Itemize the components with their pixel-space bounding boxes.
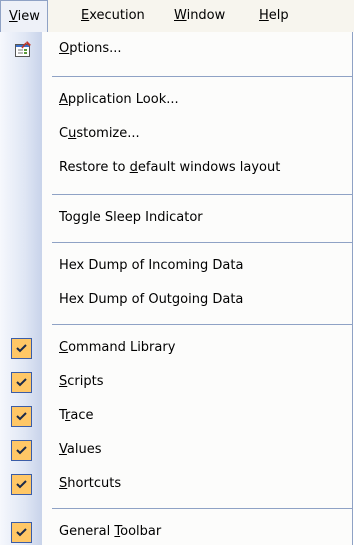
view-menu-dropdown: Options... Application Look... Customize… — [0, 32, 353, 545]
menu-item-general-toolbar[interactable]: General Toolbar — [0, 515, 352, 545]
menu-item-options-label: Options... — [59, 41, 122, 56]
menu-item-shortcuts-label: Shortcuts — [59, 476, 122, 491]
menu-item-hex-outgoing[interactable]: Hex Dump of Outgoing Data — [0, 283, 352, 317]
menu-item-scripts[interactable]: Scripts — [0, 365, 352, 399]
checkmark-icon — [11, 440, 32, 461]
menu-item-restore-layout-label: Restore to default windows layout — [59, 160, 281, 175]
menu-item-trace[interactable]: Trace — [0, 399, 352, 433]
menu-bar: View Execution Window Help — [0, 0, 354, 32]
checkmark-icon — [11, 406, 32, 427]
menu-item-scripts-label: Scripts — [59, 374, 104, 389]
menu-help-label: Help — [259, 8, 289, 23]
menu-separator — [52, 242, 352, 243]
menu-execution-label: Execution — [81, 8, 145, 23]
menu-item-hex-outgoing-label: Hex Dump of Outgoing Data — [59, 292, 244, 307]
menu-item-customize[interactable]: Customize... — [0, 117, 352, 151]
menu-separator — [52, 324, 352, 325]
menu-separator — [52, 508, 352, 509]
menu-separator — [52, 194, 352, 195]
checkmark-icon — [11, 372, 32, 393]
menu-view[interactable]: View — [0, 0, 48, 32]
menu-item-restore-layout[interactable]: Restore to default windows layout — [0, 151, 352, 185]
menu-execution[interactable]: Execution — [73, 0, 153, 32]
menu-item-hex-incoming-label: Hex Dump of Incoming Data — [59, 258, 244, 273]
menu-item-application-look-label: Application Look... — [59, 92, 179, 107]
menu-item-hex-incoming[interactable]: Hex Dump of Incoming Data — [0, 249, 352, 283]
options-icon — [14, 41, 32, 58]
menu-item-toggle-sleep[interactable]: Toggle Sleep Indicator — [0, 201, 352, 235]
menu-item-values-label: Values — [59, 442, 102, 457]
menu-item-application-look[interactable]: Application Look... — [0, 83, 352, 117]
menu-window-label: Window — [174, 8, 226, 23]
menu-window[interactable]: Window — [166, 0, 233, 32]
checkmark-icon — [11, 522, 32, 543]
checkmark-icon — [11, 474, 32, 495]
menu-item-toggle-sleep-label: Toggle Sleep Indicator — [59, 210, 203, 225]
menu-item-trace-label: Trace — [59, 408, 94, 423]
menu-help[interactable]: Help — [251, 0, 297, 32]
menu-view-label: View — [9, 9, 40, 24]
menu-item-command-library-label: Command Library — [59, 340, 176, 355]
menu-item-shortcuts[interactable]: Shortcuts — [0, 467, 352, 501]
menu-item-customize-label: Customize... — [59, 126, 140, 141]
menu-item-general-toolbar-label: General Toolbar — [59, 524, 162, 539]
checkmark-icon — [11, 338, 32, 359]
menu-item-command-library[interactable]: Command Library — [0, 331, 352, 365]
menu-separator — [52, 76, 352, 77]
menu-item-options[interactable]: Options... — [0, 32, 352, 66]
menu-item-values[interactable]: Values — [0, 433, 352, 467]
